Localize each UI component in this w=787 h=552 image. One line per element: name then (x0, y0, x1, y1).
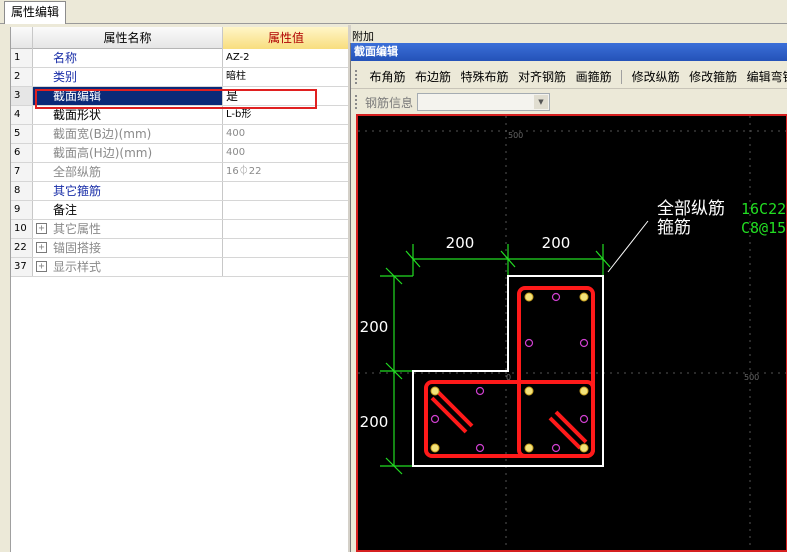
label-longitudinal: 全部纵筋 (657, 199, 725, 219)
dim-top-1: 200 (446, 234, 475, 252)
header-property-value: 属性值 (223, 27, 349, 49)
row-number: 1 (11, 49, 33, 67)
drawing-canvas[interactable]: 500 500 0 200 200 200 200 全部纵筋 箍筋 16C22 … (356, 114, 787, 552)
row-number: 22 (11, 239, 33, 257)
property-name: 全部纵筋 (33, 163, 223, 181)
property-name: + 显示样式 (33, 258, 223, 276)
dim-left-1: 200 (360, 318, 389, 336)
expand-icon[interactable]: + (36, 261, 47, 272)
property-value[interactable]: 暗柱 (223, 68, 349, 86)
section-outline (412, 275, 604, 467)
table-row[interactable]: 1 名称 AZ-2 (11, 49, 349, 68)
table-row[interactable]: 6 截面高(H边)(mm) 400 (11, 144, 349, 163)
section-edit-dialog: 截面编辑 布角筋 布边筋 特殊布筋 对齐钢筋 画箍筋 修改纵筋 修改箍筋 编辑弯… (350, 43, 787, 552)
align-bars-button[interactable]: 对齐钢筋 (515, 65, 569, 87)
draw-stirrup-button[interactable]: 画箍筋 (573, 65, 615, 87)
grid-label-top: 500 (508, 131, 523, 140)
value-stirrup: C8@15 (741, 219, 786, 237)
value-longitudinal: 16C22 (741, 200, 786, 218)
table-row[interactable]: 7 全部纵筋 16⏀22 (11, 163, 349, 182)
group-label: 锚固搭接 (53, 241, 102, 255)
property-name: 其它箍筋 (33, 182, 223, 200)
table-row[interactable]: 2 类别 暗柱 (11, 68, 349, 87)
property-name: 截面宽(B边)(mm) (33, 125, 223, 143)
annotation-leader (607, 220, 649, 273)
row-number: 37 (11, 258, 33, 276)
table-row-group[interactable]: 10 + 其它属性 (11, 220, 349, 239)
row-number: 7 (11, 163, 33, 181)
property-value: 16⏀22 (226, 166, 262, 177)
property-name: 名称 (33, 49, 223, 67)
tab-strip: 属性编辑 (0, 0, 787, 24)
grid-header: 属性名称 属性值 (11, 27, 349, 49)
toolbar-grip-icon[interactable] (355, 95, 359, 109)
dim-top-2: 200 (542, 234, 571, 252)
modify-stirrup-button[interactable]: 修改箍筋 (686, 65, 740, 87)
row-number: 5 (11, 125, 33, 143)
property-name: + 锚固搭接 (33, 239, 223, 257)
row-number: 6 (11, 144, 33, 162)
property-name: 类别 (33, 68, 223, 86)
group-label: 显示样式 (53, 260, 102, 274)
grid-label-right: 500 (744, 373, 759, 382)
grid-lines (358, 116, 786, 550)
property-value (223, 258, 349, 276)
tab-property-edit[interactable]: 属性编辑 (4, 1, 67, 24)
table-row[interactable]: 5 截面宽(B边)(mm) 400 (11, 125, 349, 144)
property-value: 400 (226, 128, 246, 139)
row-number: 8 (11, 182, 33, 200)
property-value[interactable] (223, 201, 349, 219)
property-value[interactable]: AZ-2 (223, 49, 349, 67)
group-label: 其它属性 (53, 222, 102, 236)
table-row[interactable]: 8 其它箍筋 (11, 182, 349, 201)
dimension-lines (380, 244, 611, 475)
special-bars-button[interactable]: 特殊布筋 (458, 65, 512, 87)
table-row-group[interactable]: 37 + 显示样式 (11, 258, 349, 277)
property-name: 截面高(H边)(mm) (33, 144, 223, 162)
section-toolbar: 布角筋 布边筋 特殊布筋 对齐钢筋 画箍筋 修改纵筋 修改箍筋 编辑弯钩 (351, 65, 787, 89)
chevron-down-icon[interactable]: ▼ (534, 95, 548, 109)
expand-icon[interactable]: + (36, 223, 47, 234)
label-stirrup: 箍筋 (657, 218, 691, 238)
rebar-info-toolbar: 钢筋信息 ▼ (351, 90, 787, 114)
property-name: + 其它属性 (33, 220, 223, 238)
header-num (11, 27, 33, 49)
row-number: 2 (11, 68, 33, 86)
row-number: 10 (11, 220, 33, 238)
table-row[interactable]: 9 备注 (11, 201, 349, 220)
toolbar-grip-icon[interactable] (355, 70, 359, 84)
toolbar-divider (621, 70, 623, 84)
property-name: 备注 (33, 201, 223, 219)
modify-longitudinal-button[interactable]: 修改纵筋 (629, 65, 683, 87)
row-number: 4 (11, 106, 33, 124)
expand-icon[interactable]: + (36, 242, 47, 253)
edit-hook-button[interactable]: 编辑弯钩 (744, 65, 787, 87)
section-drawing[interactable]: 500 500 0 200 200 200 200 全部纵筋 箍筋 16C22 … (358, 116, 786, 550)
place-corner-bars-button[interactable]: 布角筋 (367, 65, 409, 87)
addon-label: 附加 (352, 30, 374, 43)
row-number: 3 (11, 87, 33, 105)
row-number: 9 (11, 201, 33, 219)
property-value[interactable] (223, 182, 349, 200)
rebar-info-select[interactable]: ▼ (417, 93, 550, 111)
header-property-name: 属性名称 (33, 27, 223, 49)
highlight-annotation-box (35, 89, 317, 109)
property-value: 400 (226, 147, 246, 158)
dim-left-2: 200 (360, 413, 389, 431)
property-value (223, 239, 349, 257)
table-row-group[interactable]: 22 + 锚固搭接 (11, 239, 349, 258)
rebar-info-label: 钢筋信息 (365, 96, 414, 110)
property-value (223, 220, 349, 238)
dialog-title: 截面编辑 (351, 43, 787, 61)
place-edge-bars-button[interactable]: 布边筋 (412, 65, 454, 87)
